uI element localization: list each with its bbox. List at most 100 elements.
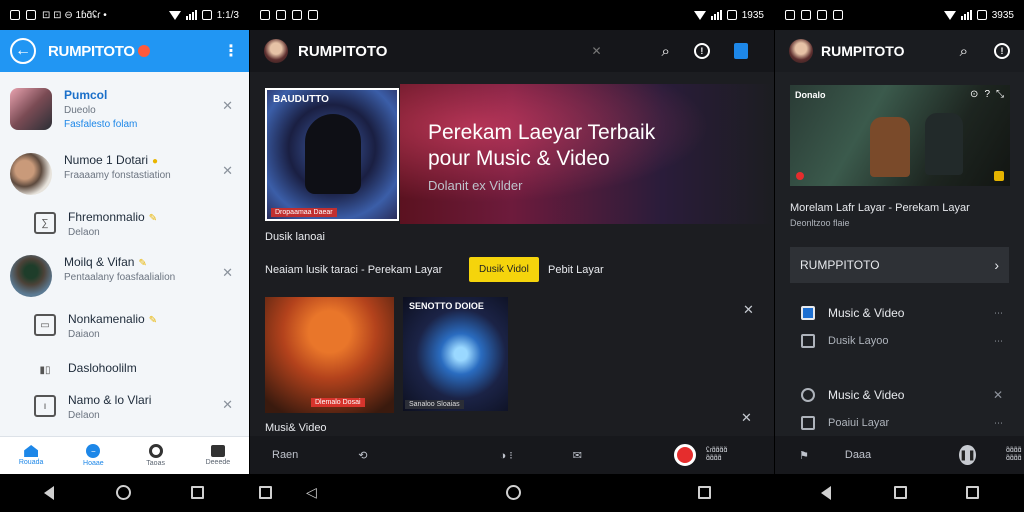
guitarist-figure [870, 117, 910, 177]
chat-subtitle: Dueolo [64, 105, 96, 116]
help-icon[interactable]: ? [984, 89, 990, 100]
back-icon[interactable] [821, 486, 831, 500]
expand-icon[interactable]: ⤡ [996, 89, 1004, 100]
video-subtitle: Deonltzoo flaie [790, 218, 850, 228]
chat-subtitle: Pentaalany foasfaalialion [64, 272, 176, 283]
nav-messages[interactable]: − Hoaae [62, 437, 124, 474]
nav-label: Rouada [18, 459, 44, 466]
search-icon[interactable]: ⌕ [662, 43, 670, 60]
media-tile[interactable]: SENOTTO DOIOE Sanaloo Sloaias [403, 297, 508, 411]
close-icon[interactable]: ✕ [743, 302, 754, 318]
list-item[interactable]: Dusik Layoo [801, 334, 889, 348]
flag-icon[interactable]: ⚑ [799, 449, 809, 462]
screenshot-icon[interactable] [259, 486, 272, 499]
chart-icon: ▮▯ [39, 364, 51, 376]
chat-name: Namo & lo Vlari [68, 393, 152, 407]
recents-icon[interactable] [191, 486, 204, 499]
drag-handle-icon[interactable]: ⋯ [994, 308, 1004, 319]
bottom-bar: Raen ⟲ ◑ ⁝ ✉ ʢɾɑ̃ɑ̃ɑ̃ɑ̃ ɑ̃ɑ̃ɑ̃ɑ̃ [250, 436, 774, 474]
close-icon[interactable]: ✕ [222, 397, 233, 413]
nav-label: Taoas [146, 460, 165, 467]
guitarist-figure [925, 113, 963, 175]
tile-tag: Dlemalo Dosai [311, 398, 365, 407]
more-menu-icon[interactable]: ⋮ [223, 41, 239, 61]
record-button[interactable] [673, 444, 696, 466]
avatar[interactable] [264, 39, 288, 63]
back-icon[interactable] [44, 486, 54, 500]
info-icon[interactable]: ! [693, 43, 710, 59]
close-icon[interactable]: ✕ [591, 44, 601, 58]
bottom-nav: Rouada − Hoaae Taoas Deeede [0, 436, 249, 474]
chat-item[interactable]: ı Namo & lo Vlari Delaon ✕ [0, 385, 249, 430]
home-icon[interactable] [116, 485, 131, 500]
chat-subtitle: Daiaon [68, 329, 100, 340]
nav-camera[interactable]: Taoas [125, 437, 187, 474]
media-tile[interactable]: Dlemalo Dosai [265, 297, 394, 413]
close-icon[interactable]: ✕ [741, 410, 752, 426]
chat-item[interactable]: Numoe 1 Dotari ● Fraaaamy fonstastiation ✕ [0, 145, 249, 202]
rotate-icon[interactable]: ⟲ [358, 449, 367, 462]
chat-name-text: Numoe 1 Dotari [64, 153, 149, 167]
notification-icon [308, 10, 318, 20]
close-icon[interactable]: ✕ [222, 98, 233, 114]
row-text-2[interactable]: Pebit Layar [548, 264, 604, 276]
close-icon[interactable]: ✕ [222, 265, 233, 281]
message-icon[interactable]: ✉ [573, 449, 582, 462]
bottom-left-label[interactable]: Daaa [845, 449, 871, 461]
video-player[interactable]: Donalo ⊙? ⤡ [790, 85, 1010, 186]
avatar[interactable] [789, 39, 813, 63]
chat-item[interactable]: ▮▯ Daslohoolilm [0, 349, 249, 385]
signal-icon [960, 10, 972, 20]
audio-icon[interactable]: ◑ ⁝ [500, 449, 513, 462]
close-icon[interactable]: ✕ [993, 388, 1004, 402]
tile-title: SENOTTO DOIOE [409, 301, 484, 311]
back-icon[interactable]: ◁ [306, 484, 317, 501]
document-icon: ∑ [34, 212, 56, 234]
panel-home-feed: 1935 RUMPITOTO ✕ ⌕! BAUDUTTO Dropaamaa D… [250, 0, 774, 474]
chat-link[interactable]: Fasfalesto folam [64, 119, 137, 130]
nav-home[interactable]: Rouada [0, 437, 62, 474]
stat-line: ɑ̃ɑ̃ɑ̃ɑ̃ [1005, 446, 1022, 454]
hero-cover[interactable]: BAUDUTTO Dropaamaa Daear [265, 88, 399, 221]
drag-handle-icon[interactable]: ⋯ [994, 418, 1004, 429]
item-label: Music & Video [828, 306, 905, 320]
home-icon[interactable] [506, 485, 521, 500]
category-chip[interactable]: Dusik Vidol [469, 257, 539, 282]
info-icon[interactable]: ! [994, 43, 1010, 59]
list-item[interactable]: Music & Video [801, 388, 904, 402]
recents-icon[interactable] [698, 486, 711, 499]
row-text: Neaiam lusik taraci - Perekam Layar [265, 264, 443, 276]
settings-icon[interactable]: ⊙ [970, 89, 978, 100]
cover-tag: Dropaamaa Daear [271, 208, 337, 217]
bottom-left-label[interactable]: Raen [272, 449, 298, 461]
search-icon[interactable]: ⌕ [960, 43, 968, 60]
channel-name: RUMPPITOTO [800, 258, 880, 272]
calendar-icon: ı [34, 395, 56, 417]
channel-card[interactable]: RUMPPITOTO › [790, 247, 1009, 283]
chat-item[interactable]: Moilq & Vifan ✎ Pentaalany foasfaalialion … [0, 247, 249, 304]
video-overlay-title: Donalo [795, 90, 826, 100]
close-icon[interactable]: ✕ [222, 163, 233, 179]
cast-icon[interactable] [733, 43, 748, 59]
wifi-icon [168, 10, 181, 20]
chat-item[interactable]: Pumcol Dueolo Fasfalesto folam ✕ [0, 80, 249, 137]
chat-name-text: Nonkamenalio [68, 312, 145, 326]
home-icon[interactable] [894, 486, 907, 499]
chat-name: Numoe 1 Dotari ● [64, 153, 171, 167]
item-sub: Dusik Layoo [828, 335, 889, 347]
nav-folder[interactable]: Deeede [187, 437, 249, 474]
video-controls: ⊙? ⤡ [970, 89, 1004, 100]
avatar [10, 153, 52, 195]
status-left-text: ⊡ ⊡ ⊖ 1ɓɑ̃ʢɾ • [42, 9, 107, 21]
drag-handle-icon[interactable]: ⋯ [994, 336, 1004, 347]
list-item[interactable]: Poaiui Layar [801, 416, 889, 430]
chat-item[interactable]: ∑ Fhremonmalio ✎ Delaon [0, 202, 249, 247]
list-item[interactable]: Music & Video [801, 306, 904, 320]
notification-icon [292, 10, 302, 20]
notification-icon [260, 10, 270, 20]
chat-item[interactable]: ▭ Nonkamenalio ✎ Daiaon [0, 304, 249, 349]
back-button[interactable]: ← [10, 38, 36, 64]
badge-dot [137, 45, 150, 57]
pause-button[interactable]: ❚❚ [959, 445, 976, 465]
recents-icon[interactable] [966, 486, 979, 499]
